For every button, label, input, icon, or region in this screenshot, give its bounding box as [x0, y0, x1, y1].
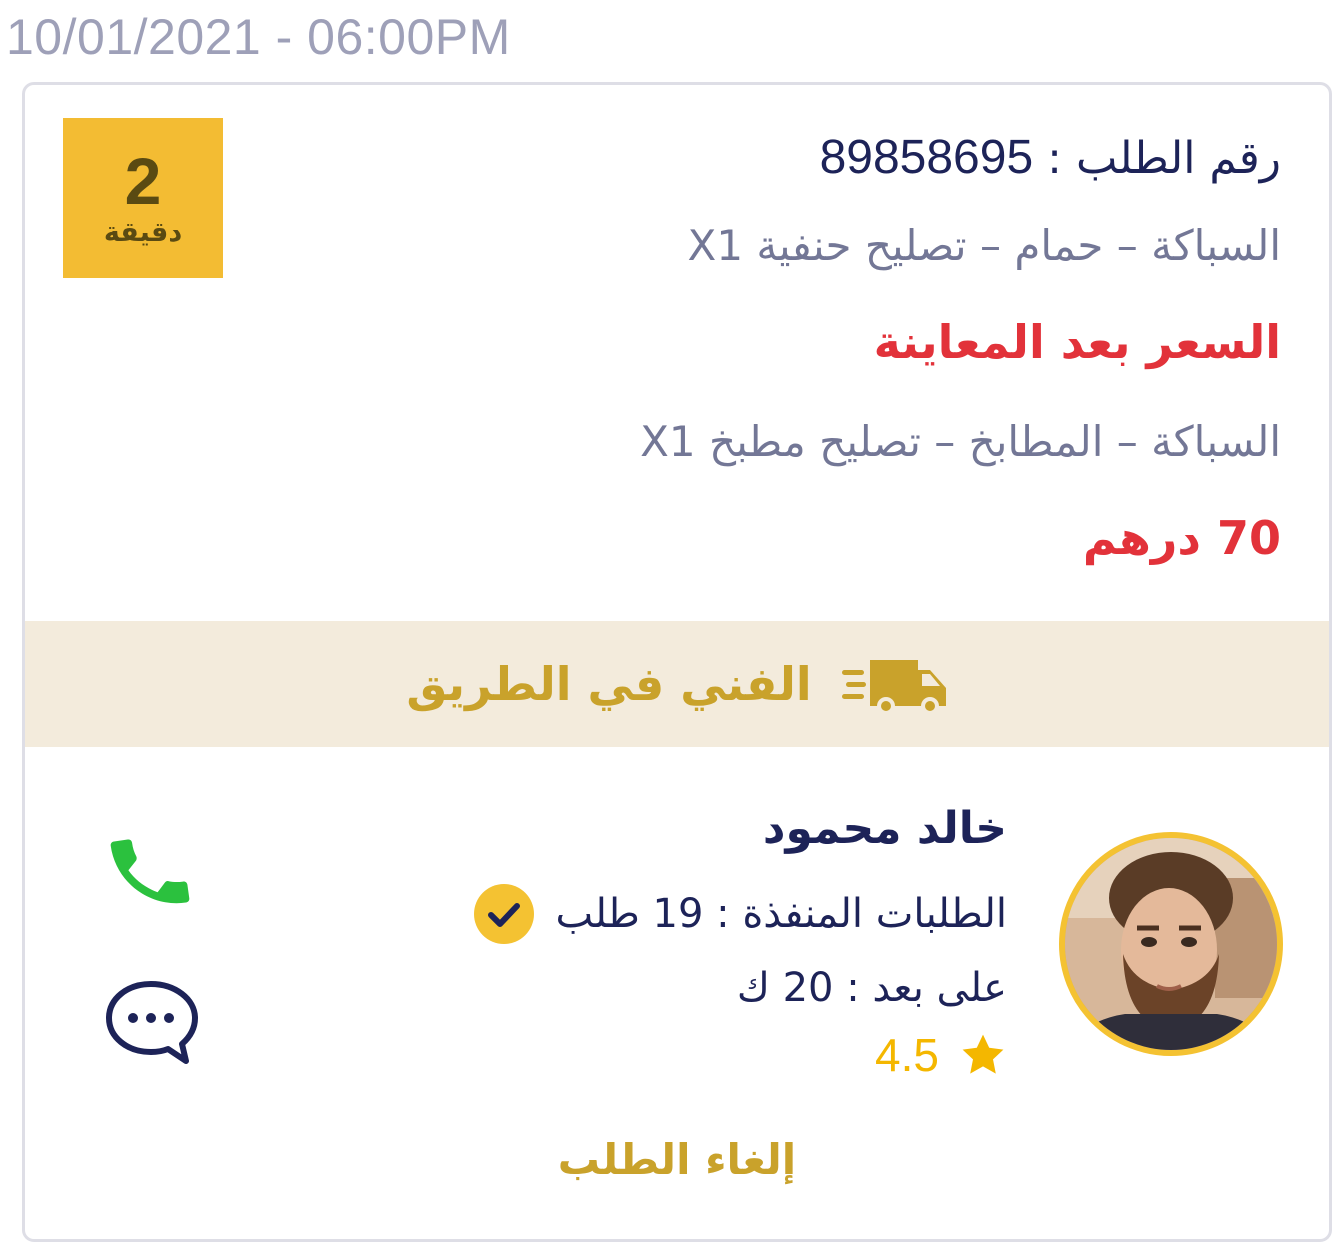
chat-bubble-icon[interactable]: [103, 978, 199, 1068]
service-line-1: السباكة – حمام – تصليح حنفية X1: [687, 221, 1281, 270]
service-price-1: السعر بعد المعاينة: [873, 315, 1281, 369]
cancel-order-button[interactable]: إلغاء الطلب: [25, 1135, 1329, 1184]
order-number-label: رقم الطلب :: [1047, 133, 1281, 184]
phone-icon[interactable]: [103, 825, 197, 919]
service-price-2: 70 درهم: [1082, 511, 1281, 565]
order-details: رقم الطلب : 89858695 السباكة – حمام – تص…: [401, 123, 1281, 603]
order-number: رقم الطلب : 89858695: [401, 123, 1281, 211]
order-card: 2 دقيقة رقم الطلب : 89858695 السباكة – ح…: [22, 82, 1332, 1242]
timer-value: 2: [124, 144, 162, 218]
rating-value: 4.5: [875, 1029, 939, 1081]
completed-orders-row: الطلبات المنفذة : 19 طلب: [307, 877, 1007, 951]
timer-unit: دقيقة: [103, 217, 183, 248]
delivery-truck-icon: [841, 660, 946, 715]
order-number-value: 89858695: [819, 131, 1034, 184]
technician-name: خالد محمود: [762, 803, 1007, 854]
order-timestamp: 10/01/2021 - 06:00PM: [6, 9, 511, 65]
avatar-image: [1065, 838, 1277, 1050]
service-line-2: السباكة – المطابخ – تصليح مطبخ X1: [640, 417, 1281, 466]
timer-badge: 2 دقيقة: [63, 118, 223, 278]
status-text: الفني في الطريق: [406, 657, 812, 711]
status-banner: الفني في الطريق: [25, 621, 1329, 747]
check-badge-icon: [474, 884, 535, 944]
technician-info: خالد محمود الطلبات المنفذة : 19 طلب على …: [307, 799, 1007, 1085]
rating-row: 4.5: [307, 1025, 1007, 1085]
completed-orders-text: الطلبات المنفذة : 19 طلب: [555, 891, 1007, 937]
distance-text: على بعد : 20 ك: [736, 965, 1007, 1011]
star-icon: [962, 1034, 1004, 1074]
technician-avatar: [1059, 832, 1283, 1056]
distance-row: على بعد : 20 ك: [307, 951, 1007, 1025]
